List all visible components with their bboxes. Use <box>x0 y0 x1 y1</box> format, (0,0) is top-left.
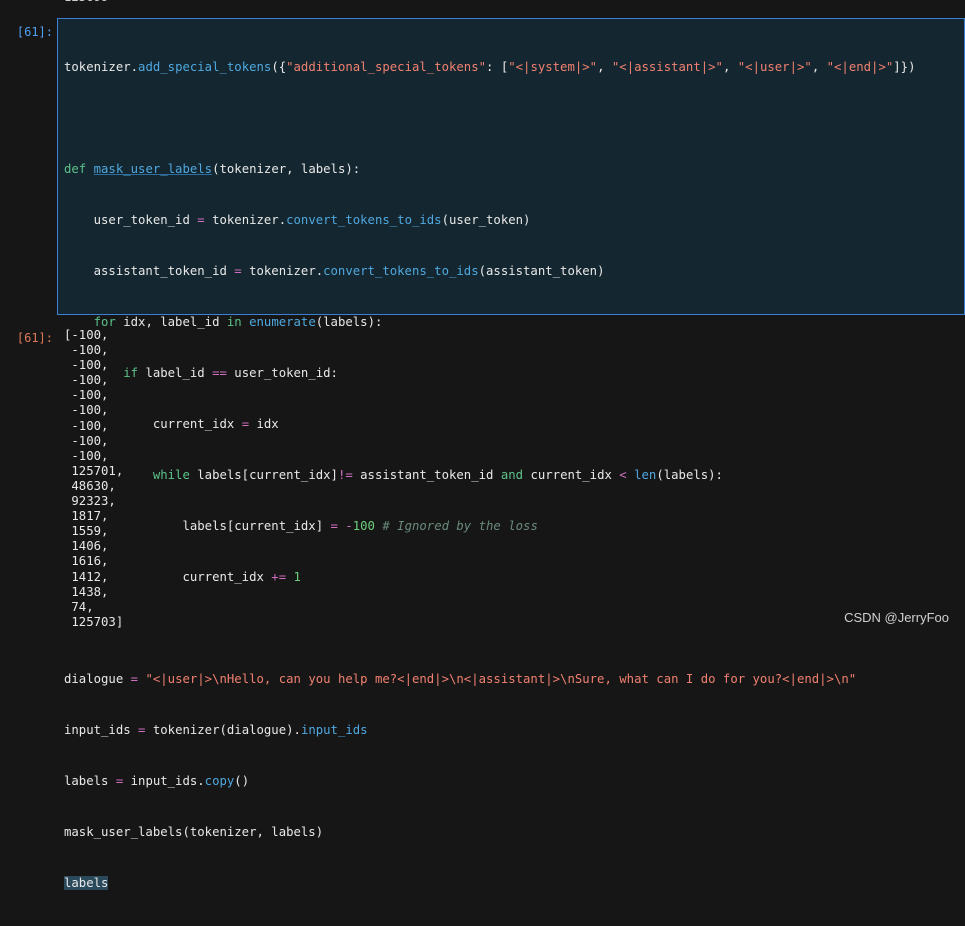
selected-text: labels <box>64 876 109 890</box>
code-line: dialogue = "<|user|>\nHello, can you hel… <box>64 672 857 686</box>
output-line: -100, <box>64 358 109 373</box>
output-prompt: [61]: <box>16 331 53 345</box>
output-line: 1406, <box>64 539 109 554</box>
output-line: -100, <box>64 418 109 433</box>
output-line: -100, <box>64 448 109 463</box>
code-line: labels = input_ids.copy() <box>64 774 250 788</box>
output-line: 125703] <box>64 614 124 629</box>
output-line: 1616, <box>64 554 109 569</box>
input-prompt: [61]: <box>16 25 53 39</box>
output-line: 92323, <box>64 494 116 509</box>
code-line: current_idx += 1 <box>64 570 301 584</box>
output-line: -100, <box>64 403 109 418</box>
code-line: labels[current_idx] = -100 # Ignored by … <box>64 519 538 533</box>
code-line: assistant_token_id = tokenizer.convert_t… <box>64 264 605 278</box>
output-line: 1817, <box>64 509 109 524</box>
output-line: 1412, <box>64 569 109 584</box>
output-line: -100, <box>64 433 109 448</box>
code-line: for idx, label_id in enumerate(labels): <box>64 315 383 329</box>
output-line: -100, <box>64 373 109 388</box>
code-line: mask_user_labels(tokenizer, labels) <box>64 825 324 839</box>
output-line: [-100, <box>64 328 109 342</box>
output-line: -100, <box>64 388 109 403</box>
code-line: labels <box>64 875 915 892</box>
output-line: -100, <box>64 343 109 358</box>
code-cell[interactable]: tokenizer.add_special_tokens({"additiona… <box>57 18 965 890</box>
output-line: 1438, <box>64 584 109 599</box>
cell-output: [-100, -100, -100, -100, -100, -100, -10… <box>64 328 123 630</box>
output-line: 1559, <box>64 524 109 539</box>
code-line: while labels[current_idx]!= assistant_to… <box>64 468 723 482</box>
code-line: user_token_id = tokenizer.convert_tokens… <box>64 213 531 227</box>
code-line: def mask_user_labels(tokenizer, labels): <box>64 162 361 176</box>
code-line: current_idx = idx <box>64 417 279 431</box>
code-line: tokenizer.add_special_tokens({"additiona… <box>64 60 916 74</box>
output-line: 125701, <box>64 463 124 478</box>
output-line: 48630, <box>64 478 116 493</box>
code-line: input_ids = tokenizer(dialogue).input_id… <box>64 723 368 737</box>
previous-output-fragment: 125699 <box>64 0 108 4</box>
code-editor[interactable]: tokenizer.add_special_tokens({"additiona… <box>64 25 915 926</box>
code-line: if label_id == user_token_id: <box>64 366 338 380</box>
watermark: CSDN @JerryFoo <box>844 610 949 625</box>
output-line: 74, <box>64 599 94 614</box>
